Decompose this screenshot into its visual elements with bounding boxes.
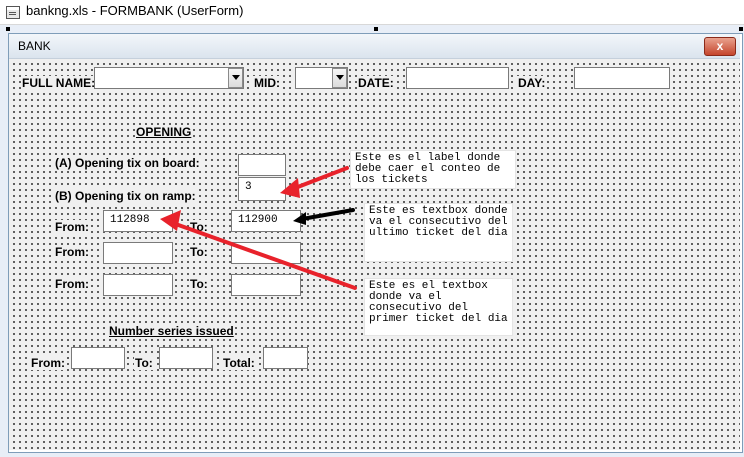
date-label: DATE:: [357, 76, 395, 90]
full-name-label: FULL NAME:: [21, 76, 97, 90]
from-input[interactable]: 112898: [103, 210, 173, 232]
resize-handle[interactable]: [739, 27, 743, 31]
from-input[interactable]: [103, 242, 173, 264]
chevron-down-icon[interactable]: [332, 68, 347, 88]
to-input[interactable]: 112900: [231, 210, 301, 232]
to-input[interactable]: [231, 242, 301, 264]
from-label: From:: [54, 245, 90, 259]
close-button[interactable]: x: [704, 37, 736, 56]
on-board-label: (A) Opening tix on board:: [54, 156, 201, 170]
close-icon: x: [716, 39, 724, 53]
chevron-down-icon[interactable]: [228, 68, 243, 88]
full-name-combobox[interactable]: [94, 67, 244, 89]
series-from-input[interactable]: [71, 347, 125, 369]
note-label-count: Este es el label donde debe caer el cont…: [350, 150, 516, 189]
series-total-label: Total:: [222, 356, 256, 370]
series-to-label: To:: [134, 356, 154, 370]
on-ramp-value[interactable]: 3: [238, 177, 286, 201]
to-label: To:: [189, 277, 209, 291]
on-ramp-label: (B) Opening tix on ramp:: [54, 189, 197, 203]
opening-heading: OPENING: [135, 125, 193, 139]
userform-caption-bar: BANK x: [9, 34, 740, 59]
on-board-input[interactable]: [238, 154, 286, 176]
note-first-ticket: Este es el textbox donde va el consecuti…: [364, 278, 513, 336]
day-label: DAY:: [517, 76, 547, 90]
to-label: To:: [189, 220, 209, 234]
from-input[interactable]: [103, 274, 173, 296]
userform-caption: BANK: [18, 39, 51, 53]
mid-label: MID:: [253, 76, 281, 90]
userform-icon: [6, 6, 20, 19]
note-last-ticket: Este es textbox donde va el consecutivo …: [364, 203, 513, 262]
resize-handle[interactable]: [6, 27, 10, 31]
from-label: From:: [54, 220, 90, 234]
from-label: From:: [54, 277, 90, 291]
to-input[interactable]: [231, 274, 301, 296]
day-input[interactable]: [574, 67, 670, 89]
series-from-label: From:: [30, 356, 66, 370]
to-label: To:: [189, 245, 209, 259]
designer-title-bar: bankng.xls - FORMBANK (UserForm): [0, 0, 744, 25]
series-to-input[interactable]: [159, 347, 213, 369]
series-heading: Number series issued: [108, 324, 235, 338]
resize-handle[interactable]: [374, 27, 378, 31]
date-input[interactable]: [406, 67, 509, 89]
series-total-input[interactable]: [263, 347, 308, 369]
designer-title: bankng.xls - FORMBANK (UserForm): [26, 3, 244, 18]
